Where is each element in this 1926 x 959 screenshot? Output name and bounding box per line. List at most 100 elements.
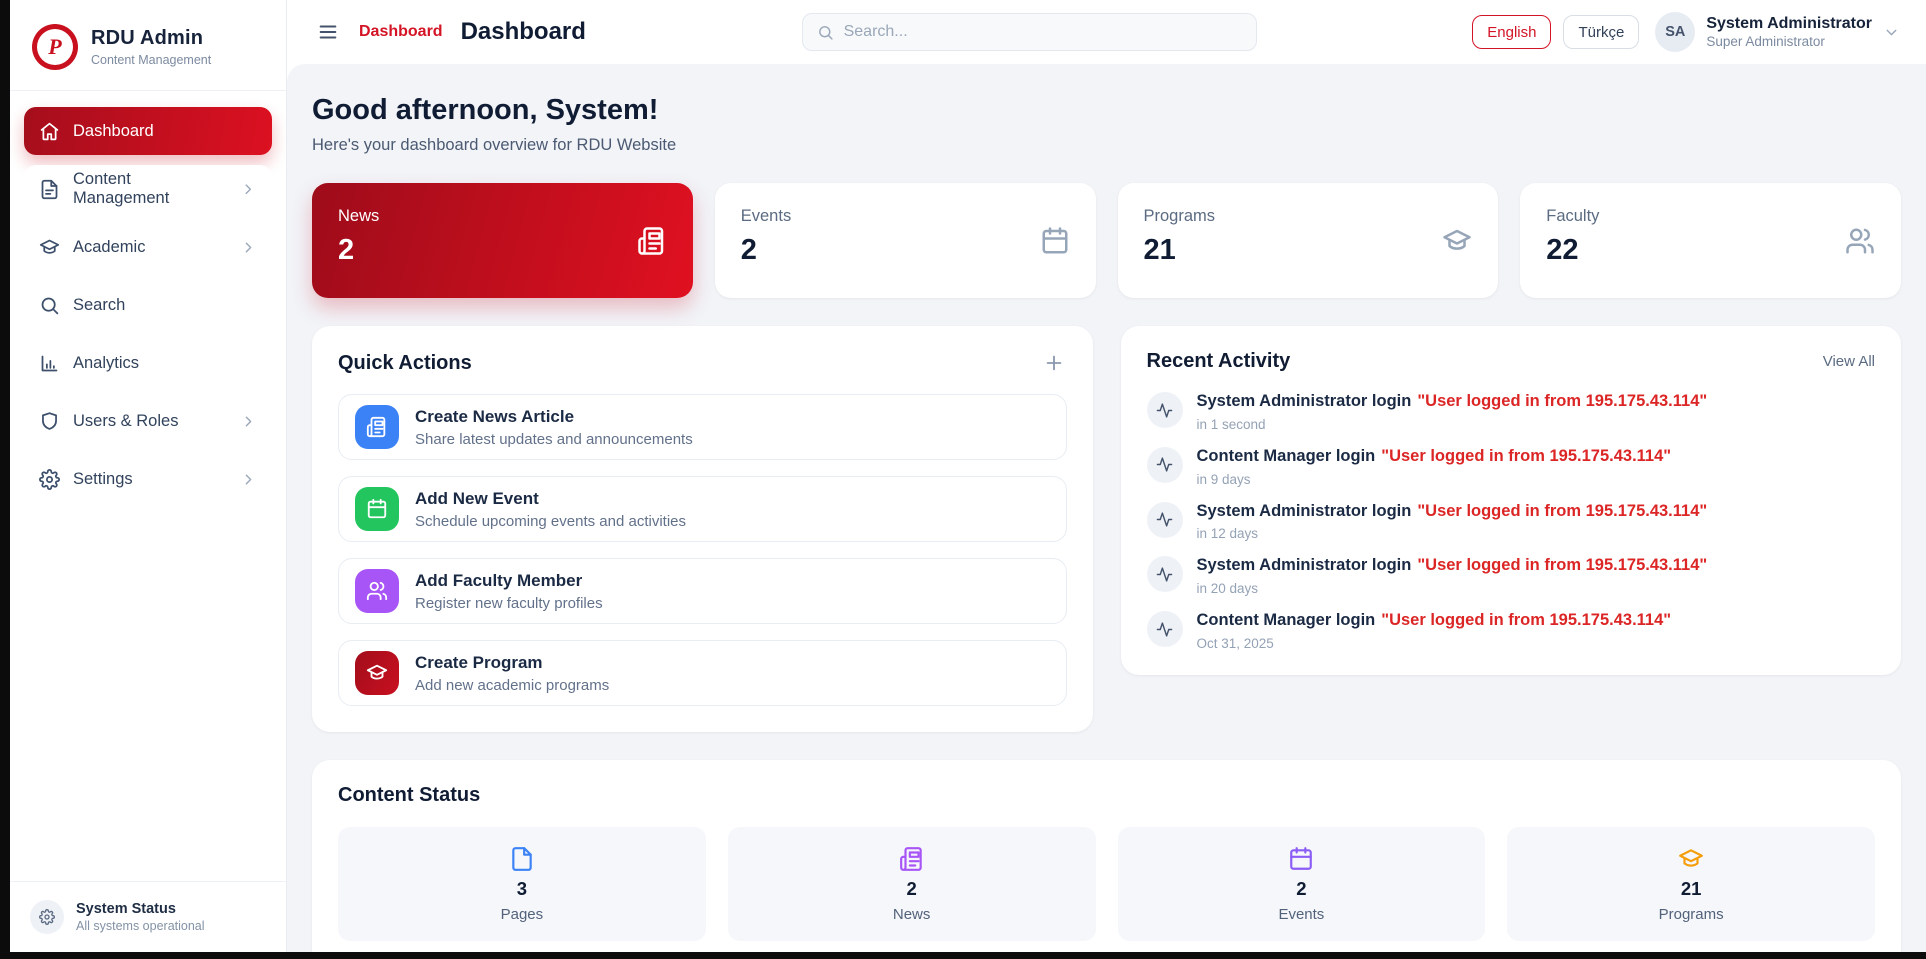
graduation-cap-icon [1442, 226, 1472, 256]
sidebar: P RDU Admin Content Management Dashboard [10, 0, 287, 952]
hamburger-menu-button[interactable] [313, 17, 343, 47]
stat-cards: News 2 Events 2 Programs [312, 183, 1901, 298]
language-english-button[interactable]: English [1472, 15, 1551, 49]
search-input[interactable] [844, 23, 1242, 41]
action-subtitle: Add new academic programs [415, 677, 609, 694]
system-status-title: System Status [76, 901, 205, 917]
activity-message: "User logged in from 195.175.43.114" [1417, 502, 1707, 520]
content-status-value: 2 [906, 878, 916, 900]
sidebar-item-content-management[interactable]: Content Management [24, 165, 272, 213]
activity-time: in 1 second [1197, 417, 1708, 432]
newspaper-icon [355, 405, 399, 449]
content-status-grid: 3 Pages 2 News [338, 827, 1875, 941]
main-area: Dashboard Dashboard English Türkçe SA Sy… [287, 0, 1926, 952]
chevron-right-icon [240, 471, 257, 488]
greeting: Good afternoon, System! Here's your dash… [312, 94, 1901, 155]
user-role: Super Administrator [1706, 34, 1872, 49]
graduation-cap-icon [1678, 846, 1704, 872]
action-add-new-event[interactable]: Add New Event Schedule upcoming events a… [338, 476, 1067, 542]
sidebar-item-users-roles[interactable]: Users & Roles [24, 397, 272, 445]
activity-row: Content Manager login "User logged in fro… [1147, 447, 1876, 487]
activity-line: Content Manager login "User logged in fro… [1197, 447, 1672, 467]
action-text: Create Program Add new academic programs [415, 653, 609, 694]
users-icon [355, 569, 399, 613]
dashboard-content: Good afternoon, System! Here's your dash… [287, 64, 1926, 952]
sidebar-header: P RDU Admin Content Management [10, 0, 286, 90]
system-status-subtitle: All systems operational [76, 919, 205, 933]
content-status-label: Pages [501, 906, 544, 923]
quick-actions-list: Create News Article Share latest updates… [338, 394, 1067, 706]
sidebar-item-settings[interactable]: Settings [24, 455, 272, 503]
users-icon [1845, 226, 1875, 256]
action-title: Create News Article [415, 407, 693, 427]
sidebar-item-label: Academic [73, 238, 145, 257]
sidebar-item-search[interactable]: Search [24, 281, 272, 329]
activity-row: System Administrator login"User logged i… [1147, 392, 1876, 432]
activity-line: System Administrator login"User logged i… [1197, 556, 1708, 576]
sidebar-item-label: Analytics [73, 354, 139, 373]
sidebar-item-academic[interactable]: Academic [24, 223, 272, 271]
newspaper-icon [899, 846, 925, 872]
stat-card-programs[interactable]: Programs 21 [1118, 183, 1499, 298]
stat-label: Events [741, 207, 1070, 226]
action-title: Add Faculty Member [415, 571, 603, 591]
calendar-icon [1288, 846, 1314, 872]
sidebar-item-label: Users & Roles [73, 412, 178, 431]
greeting-title: Good afternoon, System! [312, 94, 1901, 127]
graduation-cap-icon [39, 237, 60, 258]
stat-card-news[interactable]: News 2 [312, 183, 693, 298]
add-quick-action-button[interactable] [1041, 350, 1067, 376]
activity-pulse-icon [1147, 611, 1183, 647]
stat-card-faculty[interactable]: Faculty 22 [1520, 183, 1901, 298]
activity-line: System Administrator login "User logged i… [1197, 502, 1708, 522]
sidebar-item-analytics[interactable]: Analytics [24, 339, 272, 387]
stat-card-events[interactable]: Events 2 [715, 183, 1096, 298]
brand-logo: P [32, 24, 78, 70]
chevron-right-icon [240, 239, 257, 256]
activity-actor: Content Manager login [1197, 447, 1376, 465]
activity-actor: System Administrator login [1197, 502, 1412, 520]
sidebar-item-label: Dashboard [73, 122, 154, 141]
search-bar [802, 13, 1257, 51]
content-status-label: Programs [1659, 906, 1724, 923]
language-turkish-button[interactable]: Türkçe [1563, 15, 1639, 49]
brand-subtitle: Content Management [91, 53, 211, 67]
user-name: System Administrator [1706, 15, 1872, 33]
action-add-faculty-member[interactable]: Add Faculty Member Register new faculty … [338, 558, 1067, 624]
stat-value: 21 [1144, 234, 1473, 267]
sidebar-item-dashboard[interactable]: Dashboard [24, 107, 272, 155]
view-all-link[interactable]: View All [1823, 353, 1875, 370]
avatar: SA [1655, 12, 1695, 52]
activity-pulse-icon [1147, 447, 1183, 483]
activity-row: System Administrator login"User logged i… [1147, 556, 1876, 596]
activity-message: "User logged in from 195.175.43.114" [1381, 447, 1671, 465]
brand-text: RDU Admin Content Management [91, 27, 211, 67]
action-subtitle: Register new faculty profiles [415, 595, 603, 612]
stat-value: 2 [338, 234, 667, 267]
action-create-news-article[interactable]: Create News Article Share latest updates… [338, 394, 1067, 460]
activity-message: "User logged in from 195.175.43.114" [1417, 392, 1707, 410]
shield-icon [39, 411, 60, 432]
quick-actions-card: Quick Actions Create New [312, 326, 1093, 732]
system-status-text: System Status All systems operational [76, 901, 205, 933]
activity-row: Content Manager login"User logged in fro… [1147, 611, 1876, 651]
stat-label: Programs [1144, 207, 1473, 226]
user-menu[interactable]: SA System Administrator Super Administra… [1655, 12, 1900, 52]
chevron-down-icon [1883, 24, 1900, 41]
content-status-label: News [893, 906, 931, 923]
action-create-program[interactable]: Create Program Add new academic programs [338, 640, 1067, 706]
file-icon [509, 846, 535, 872]
system-status: System Status All systems operational [10, 881, 286, 952]
activity-actor: Content Manager login [1197, 611, 1376, 629]
activity-time: in 12 days [1197, 526, 1708, 541]
graduation-cap-icon [355, 651, 399, 695]
recent-activity-title: Recent Activity [1147, 350, 1291, 373]
activity-actor: System Administrator login [1197, 556, 1412, 574]
activity-pulse-icon [1147, 556, 1183, 592]
content-status-events: 2 Events [1118, 827, 1486, 941]
action-title: Create Program [415, 653, 609, 673]
recent-activity-list: System Administrator login "User logged i… [1147, 392, 1876, 651]
breadcrumb[interactable]: Dashboard [359, 23, 443, 41]
stat-value: 2 [741, 234, 1070, 267]
recent-activity-header: Recent Activity View All [1147, 350, 1876, 373]
